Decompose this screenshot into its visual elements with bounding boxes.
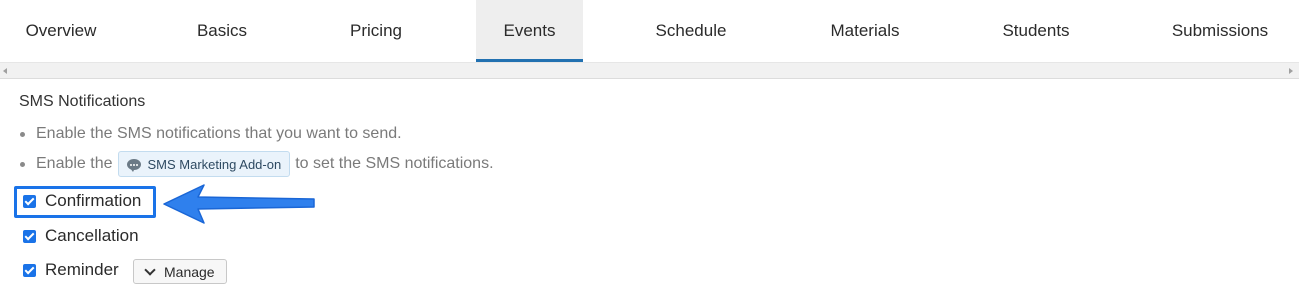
- notification-confirmation[interactable]: Confirmation: [23, 191, 141, 211]
- tab-students[interactable]: Students: [931, 0, 1141, 62]
- cancellation-label: Cancellation: [45, 226, 139, 245]
- bullet-text: Enable the SMS notifications that you wa…: [36, 125, 402, 142]
- bullet-text-suffix: to set the SMS notifications.: [295, 155, 494, 172]
- bullet-icon: [20, 161, 25, 167]
- sms-marketing-addon-link[interactable]: SMS Marketing Add-on: [117, 151, 291, 177]
- horizontal-scrollbar[interactable]: [0, 62, 1299, 79]
- tab-events[interactable]: Events: [476, 0, 583, 62]
- list-item: Enable the SMS Marketing Add-on to set t…: [20, 151, 494, 177]
- scroll-right-arrow-icon[interactable]: [1289, 68, 1293, 74]
- manage-label: Manage: [164, 263, 215, 280]
- tab-bar: Overview Basics Pricing Events Schedule …: [0, 0, 1299, 62]
- manage-button[interactable]: Manage: [133, 259, 227, 284]
- tab-basics[interactable]: Basics: [122, 0, 322, 62]
- tab-schedule[interactable]: Schedule: [583, 0, 799, 62]
- notification-cancellation[interactable]: Cancellation: [23, 226, 139, 246]
- confirmation-checkbox[interactable]: [23, 194, 36, 208]
- list-item: Enable the SMS notifications that you wa…: [20, 125, 402, 143]
- confirmation-label: Confirmation: [45, 191, 142, 210]
- tab-overview[interactable]: Overview: [0, 0, 122, 62]
- tab-materials[interactable]: Materials: [799, 0, 931, 62]
- tab-pricing[interactable]: Pricing: [322, 0, 430, 62]
- chat-bubble-icon: [126, 158, 141, 172]
- reminder-label: Reminder: [45, 260, 119, 279]
- annotation-arrow-icon: [163, 184, 315, 224]
- addon-label: SMS Marketing Add-on: [147, 156, 282, 172]
- chevron-down-icon: [144, 263, 156, 276]
- section-title: SMS Notifications: [19, 93, 146, 110]
- bullet-text-prefix: Enable the: [36, 155, 113, 172]
- scroll-left-arrow-icon[interactable]: [3, 68, 7, 74]
- cancellation-checkbox[interactable]: [23, 229, 36, 243]
- tab-submissions[interactable]: Submissions: [1141, 0, 1299, 62]
- notification-reminder[interactable]: Reminder: [23, 260, 119, 280]
- reminder-checkbox[interactable]: [23, 263, 36, 277]
- bullet-icon: [20, 131, 25, 137]
